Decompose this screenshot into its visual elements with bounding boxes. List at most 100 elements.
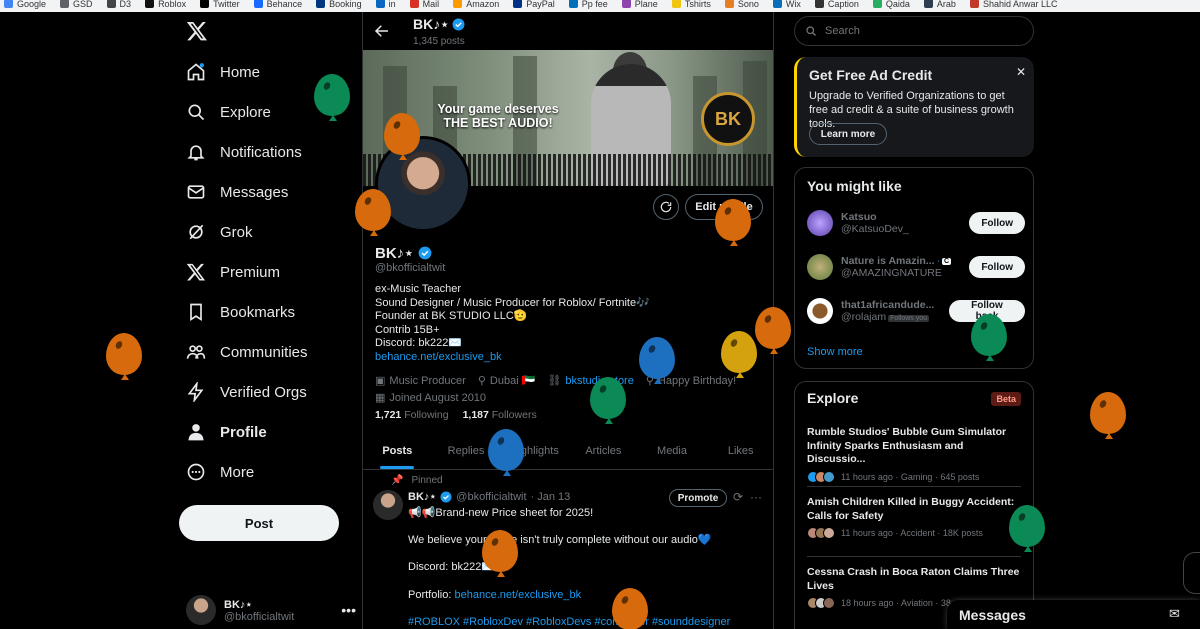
avatar-stack — [807, 527, 835, 539]
bookmark-item[interactable]: D3 — [106, 0, 131, 10]
calendar-icon: ▦ — [375, 392, 386, 404]
bookmark-item[interactable]: Sono — [724, 0, 759, 10]
search-input[interactable]: Search — [825, 25, 860, 37]
grok-floating-button[interactable] — [1183, 552, 1200, 594]
tweet-author[interactable]: BK♪⋆ — [408, 490, 436, 503]
more-dots-icon[interactable]: ··· — [750, 490, 762, 504]
bookmark-item[interactable]: Caption — [814, 0, 859, 10]
bookmark-item[interactable]: Google — [4, 0, 46, 10]
nav-label: Messages — [220, 183, 289, 201]
nav-grok[interactable]: Grok — [186, 214, 253, 250]
news-item[interactable]: Amish Children Killed in Buggy Accident:… — [807, 496, 1021, 539]
news-item[interactable]: Rumble Studios' Bubble Gum Simulator Inf… — [807, 426, 1021, 483]
tweet-date[interactable]: · Jan 13 — [531, 491, 571, 503]
user-handle-text: @rolajam — [841, 311, 887, 323]
user-name-text: Katsuo — [841, 211, 877, 223]
grok-refresh-icon[interactable]: ⟳ — [733, 490, 743, 504]
hashtag-links[interactable]: #ROBLOX #RobloxDev #RobloxDevs #composer… — [408, 616, 730, 628]
nav-communities[interactable]: Communities — [186, 334, 308, 370]
favicon-icon — [969, 0, 979, 8]
subscription-icon-button[interactable] — [653, 194, 679, 220]
following-link[interactable]: 1,721 Following — [375, 409, 449, 421]
bookmark-label: Plane — [634, 0, 658, 9]
search-box[interactable]: Search — [794, 16, 1034, 46]
bookmark-item[interactable]: Arab — [923, 0, 956, 10]
follow-button[interactable]: Follow — [969, 212, 1025, 234]
nav-label: Home — [220, 63, 261, 81]
bookmark-label: Roblox — [158, 0, 187, 9]
bookmark-item[interactable]: Pp fee — [568, 0, 608, 10]
explore-title: Explore — [807, 390, 859, 406]
nav-label: More — [220, 463, 255, 481]
bookmark-item[interactable]: Mail — [409, 0, 440, 10]
close-icon[interactable]: ✕ — [1016, 65, 1026, 79]
follow-button[interactable]: Follow — [969, 256, 1025, 278]
bookmark-item[interactable]: Amazon — [453, 0, 499, 10]
bookmark-item[interactable]: Behance — [253, 0, 302, 10]
nav-verified-orgs[interactable]: Verified Orgs — [186, 374, 307, 410]
portfolio-link[interactable]: behance.net/exclusive_bk — [454, 589, 581, 601]
new-message-icon[interactable]: ✉ — [1169, 606, 1180, 622]
news-meta: 11 hours ago · Gaming · 645 posts — [841, 471, 980, 482]
favicon-icon — [106, 0, 116, 8]
birthday-balloon — [1090, 392, 1126, 439]
bookmark-item[interactable]: Twitter — [200, 0, 240, 10]
nav-profile[interactable]: Profile — [186, 414, 267, 450]
nav-notifications[interactable]: Notifications — [186, 134, 302, 170]
nav-home[interactable]: Home — [186, 54, 260, 90]
account-switcher[interactable]: BK♪⋆ @bkofficialtwit ••• — [186, 592, 356, 628]
nav-label: Communities — [220, 343, 308, 361]
favicon-icon — [923, 0, 933, 8]
bookmark-label: Mail — [422, 0, 440, 9]
nav-more[interactable]: More — [186, 454, 254, 490]
favicon-icon — [814, 0, 824, 8]
suggested-user[interactable]: Katsuo @KatsuoDev_ Follow — [807, 208, 1025, 238]
bookmark-item[interactable]: Booking — [316, 0, 362, 10]
nav-bookmarks[interactable]: Bookmarks — [186, 294, 295, 330]
bookmark-label: Amazon — [466, 0, 500, 9]
follow-stats: 1,721 Following 1,187 Followers — [375, 409, 537, 421]
avatar — [807, 210, 833, 236]
avatar — [807, 298, 833, 324]
following-label: Following — [404, 409, 449, 421]
nav-explore[interactable]: Explore — [186, 94, 271, 130]
tab-posts[interactable]: Posts — [363, 432, 432, 469]
bookmark-item[interactable]: PayPal — [513, 0, 555, 10]
link-icon: ⛓ — [547, 375, 562, 387]
bookmark-item[interactable]: Tshirts — [671, 0, 711, 10]
birthday-balloon — [755, 307, 791, 354]
show-more-link[interactable]: Show more — [807, 346, 863, 358]
x-logo-icon[interactable] — [186, 20, 208, 42]
tab-articles[interactable]: Articles — [569, 432, 638, 469]
learn-more-button[interactable]: Learn more — [809, 123, 887, 145]
follows-you-badge: Follows you — [888, 315, 930, 322]
bookmark-item[interactable]: Qaida — [872, 0, 910, 10]
tweet-handle: @bkofficialtwit — [456, 490, 527, 503]
bookmark-item[interactable]: Roblox — [145, 0, 186, 10]
promote-button[interactable]: Promote — [669, 489, 727, 507]
bio-link[interactable]: behance.net/exclusive_bk — [375, 351, 502, 363]
birthday-balloon — [482, 530, 518, 577]
tweet-avatar[interactable] — [373, 490, 403, 520]
verified-badge-icon — [452, 18, 465, 31]
person-icon — [188, 424, 204, 441]
tweet-line: 📢📢Brand-new Price sheet for 2025! — [408, 507, 594, 519]
messages-drawer[interactable]: Messages ✉ — [947, 600, 1200, 629]
bookmark-item[interactable]: Wix — [772, 0, 801, 10]
communities-icon — [186, 345, 206, 359]
nav-messages[interactable]: Messages — [186, 174, 288, 210]
back-arrow-icon[interactable] — [373, 22, 391, 40]
bookmark-item[interactable]: GSD — [60, 0, 93, 10]
bookmark-item[interactable]: Shahid Anwar LLC — [969, 0, 1058, 10]
followers-link[interactable]: 1,187 Followers — [463, 409, 537, 421]
post-button[interactable]: Post — [179, 505, 339, 541]
suggested-user[interactable]: Nature is Amazin... C @AMAZINGNATURE Fol… — [807, 252, 1025, 282]
nav-premium[interactable]: Premium — [186, 254, 280, 290]
bookmark-item[interactable]: in — [375, 0, 396, 10]
more-dots-icon[interactable]: ••• — [341, 602, 356, 618]
profile-name: BK♪⋆ — [375, 244, 432, 262]
tab-media[interactable]: Media — [638, 432, 707, 469]
tab-likes[interactable]: Likes — [706, 432, 773, 469]
nav-label: Grok — [220, 223, 253, 241]
bookmark-item[interactable]: Plane — [621, 0, 658, 10]
